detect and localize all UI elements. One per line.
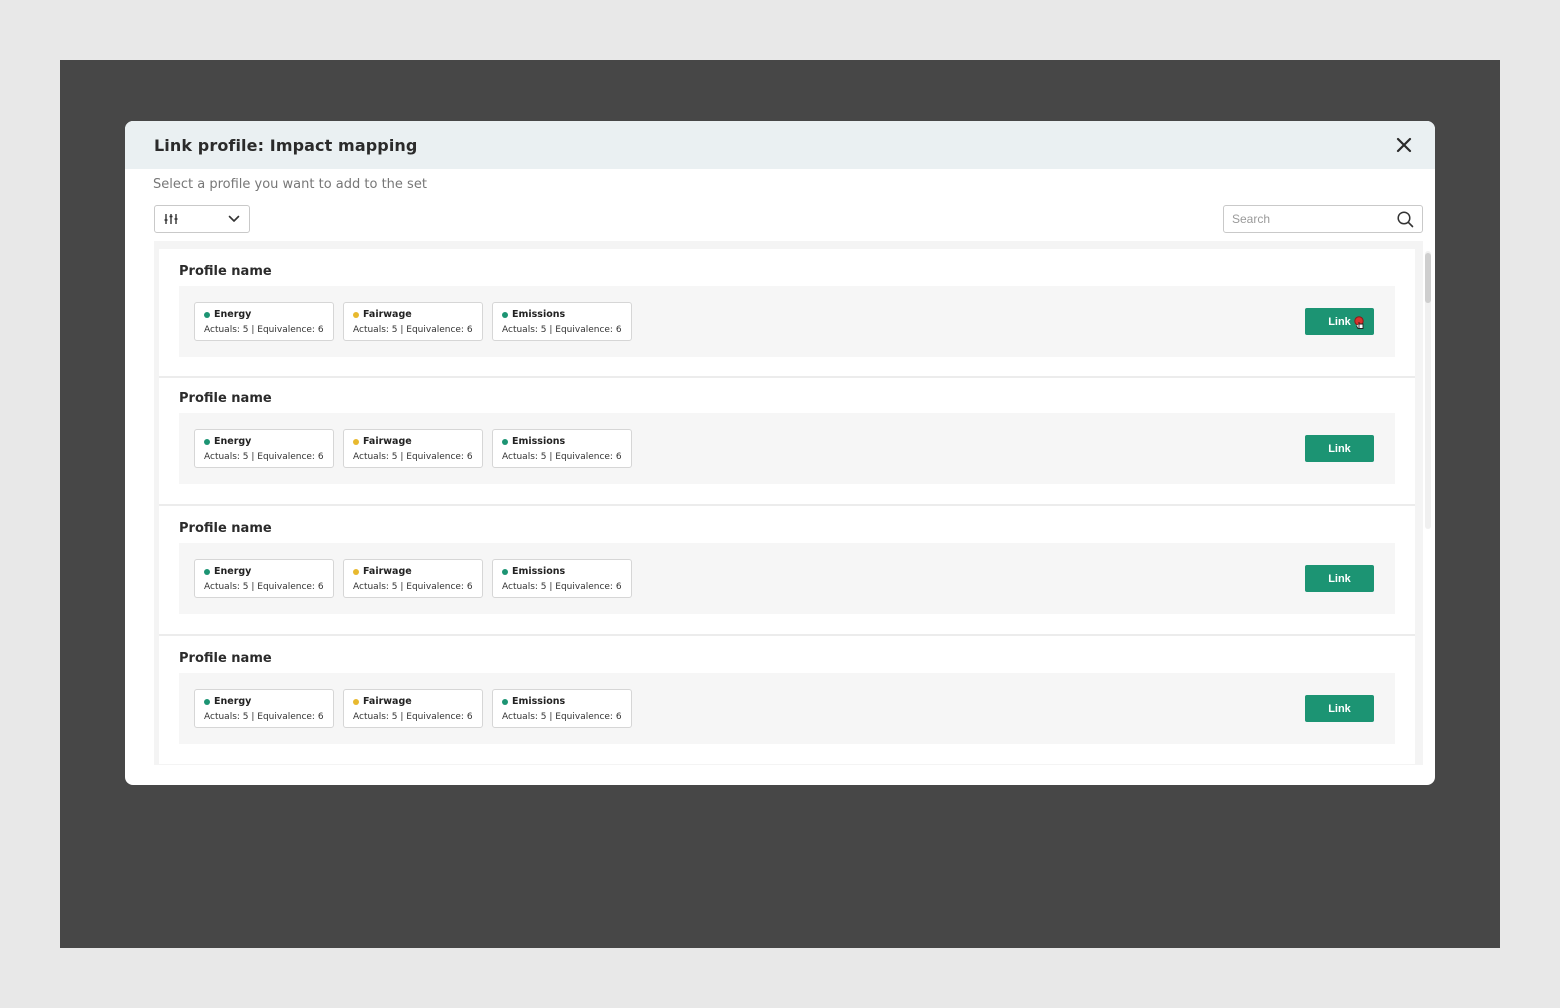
tag-stats: Actuals: 5 | Equivalence: 6 (353, 712, 473, 722)
profile-name: Profile name (179, 264, 272, 279)
impact-tag-fairwage: Fairwage Actuals: 5 | Equivalence: 6 (343, 559, 483, 598)
chevron-down-icon (228, 215, 240, 222)
profile-card: Profile name Energy Actuals: 5 | Equival… (159, 506, 1415, 634)
status-dot-icon (502, 311, 508, 318)
tag-stats: Actuals: 5 | Equivalence: 6 (502, 582, 622, 592)
search-icon[interactable] (1397, 210, 1414, 228)
filter-dropdown[interactable] (154, 205, 250, 233)
impact-tag-fairwage: Fairwage Actuals: 5 | Equivalence: 6 (343, 689, 483, 728)
link-button-label: Link (1328, 702, 1351, 715)
tag-stats: Actuals: 5 | Equivalence: 6 (353, 582, 473, 592)
tag-label: Energy (214, 436, 252, 447)
profile-card: Profile name Energy Actuals: 5 | Equival… (159, 636, 1415, 764)
impact-tag-energy: Energy Actuals: 5 | Equivalence: 6 (194, 302, 334, 341)
scrollbar-thumb[interactable] (1425, 253, 1431, 303)
status-dot-icon (204, 568, 210, 575)
profile-body: Energy Actuals: 5 | Equivalence: 6 Fairw… (179, 543, 1395, 614)
tag-label: Fairwage (363, 566, 412, 577)
modal-subtitle: Select a profile you want to add to the … (153, 177, 427, 192)
profile-name: Profile name (179, 651, 272, 666)
link-profile-modal: Link profile: Impact mapping Select a pr… (125, 121, 1435, 785)
status-dot-icon (204, 698, 210, 705)
profile-list: Profile name Energy Actuals: 5 | Equival… (154, 241, 1423, 765)
tag-stats: Actuals: 5 | Equivalence: 6 (353, 325, 473, 335)
tag-label: Energy (214, 566, 252, 577)
profile-name: Profile name (179, 391, 272, 406)
link-button[interactable]: Link (1305, 565, 1374, 592)
profile-card: Profile name Energy Actuals: 5 | Equival… (159, 249, 1415, 376)
tag-label: Energy (214, 309, 252, 320)
search-input[interactable] (1232, 212, 1397, 226)
status-dot-icon (204, 438, 210, 445)
tag-label: Emissions (512, 696, 566, 707)
link-button[interactable]: Link (1305, 435, 1374, 462)
modal-title: Link profile: Impact mapping (154, 135, 418, 155)
impact-tag-emissions: Emissions Actuals: 5 | Equivalence: 6 (492, 689, 632, 728)
tag-stats: Actuals: 5 | Equivalence: 6 (353, 452, 473, 462)
status-dot-icon (502, 568, 508, 575)
tag-label: Fairwage (363, 309, 412, 320)
status-dot-icon (353, 438, 359, 445)
impact-tag-fairwage: Fairwage Actuals: 5 | Equivalence: 6 (343, 302, 483, 341)
status-dot-icon (353, 568, 359, 575)
close-icon (1396, 137, 1412, 153)
impact-tags: Energy Actuals: 5 | Equivalence: 6 Fairw… (194, 302, 632, 341)
profile-card: Profile name Energy Actuals: 5 | Equival… (159, 378, 1415, 504)
link-button[interactable]: Link (1305, 308, 1374, 335)
tag-label: Fairwage (363, 436, 412, 447)
impact-tags: Energy Actuals: 5 | Equivalence: 6 Fairw… (194, 559, 632, 598)
tag-stats: Actuals: 5 | Equivalence: 6 (204, 452, 324, 462)
impact-tag-energy: Energy Actuals: 5 | Equivalence: 6 (194, 559, 334, 598)
tag-stats: Actuals: 5 | Equivalence: 6 (502, 712, 622, 722)
tag-label: Emissions (512, 436, 566, 447)
search-box[interactable] (1223, 205, 1423, 233)
link-button-label: Link (1328, 572, 1351, 585)
scrollbar[interactable] (1425, 251, 1431, 529)
status-dot-icon (353, 698, 359, 705)
close-button[interactable] (1391, 132, 1417, 158)
tag-stats: Actuals: 5 | Equivalence: 6 (502, 452, 622, 462)
impact-tag-emissions: Emissions Actuals: 5 | Equivalence: 6 (492, 302, 632, 341)
tag-label: Emissions (512, 309, 566, 320)
impact-tags: Energy Actuals: 5 | Equivalence: 6 Fairw… (194, 429, 632, 468)
tag-label: Energy (214, 696, 252, 707)
tag-stats: Actuals: 5 | Equivalence: 6 (204, 712, 324, 722)
status-dot-icon (502, 438, 508, 445)
status-dot-icon (502, 698, 508, 705)
link-button-label: Link (1328, 315, 1351, 328)
filter-sliders-icon (164, 214, 178, 224)
link-button[interactable]: Link (1305, 695, 1374, 722)
tag-label: Fairwage (363, 696, 412, 707)
tag-stats: Actuals: 5 | Equivalence: 6 (204, 582, 324, 592)
status-dot-icon (204, 311, 210, 318)
impact-tag-fairwage: Fairwage Actuals: 5 | Equivalence: 6 (343, 429, 483, 468)
status-dot-icon (353, 311, 359, 318)
impact-tag-energy: Energy Actuals: 5 | Equivalence: 6 (194, 429, 334, 468)
profile-body: Energy Actuals: 5 | Equivalence: 6 Fairw… (179, 673, 1395, 744)
profile-name: Profile name (179, 521, 272, 536)
impact-tags: Energy Actuals: 5 | Equivalence: 6 Fairw… (194, 689, 632, 728)
tag-stats: Actuals: 5 | Equivalence: 6 (204, 325, 324, 335)
tag-stats: Actuals: 5 | Equivalence: 6 (502, 325, 622, 335)
link-button-label: Link (1328, 442, 1351, 455)
profile-body: Energy Actuals: 5 | Equivalence: 6 Fairw… (179, 286, 1395, 357)
impact-tag-emissions: Emissions Actuals: 5 | Equivalence: 6 (492, 429, 632, 468)
impact-tag-emissions: Emissions Actuals: 5 | Equivalence: 6 (492, 559, 632, 598)
profile-body: Energy Actuals: 5 | Equivalence: 6 Fairw… (179, 413, 1395, 484)
impact-tag-energy: Energy Actuals: 5 | Equivalence: 6 (194, 689, 334, 728)
modal-header: Link profile: Impact mapping (125, 121, 1435, 169)
tag-label: Emissions (512, 566, 566, 577)
pointer-cursor-icon (1354, 316, 1364, 329)
